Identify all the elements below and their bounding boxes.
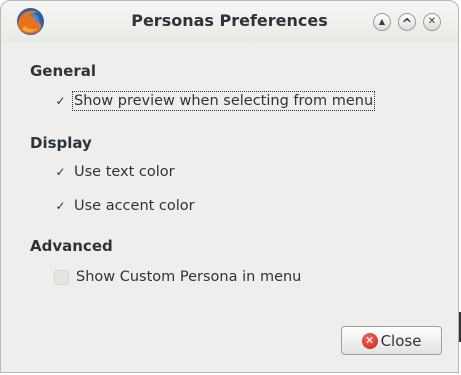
- unchecked-box-icon: [54, 269, 69, 285]
- show-preview-checkbox[interactable]: ✓ Show preview when selecting from menu: [54, 91, 376, 111]
- use-text-color-label: Use text color: [74, 164, 175, 180]
- maximize-button[interactable]: ^: [398, 13, 416, 31]
- show-custom-persona-checkbox[interactable]: Show Custom Persona in menu: [54, 269, 301, 285]
- show-preview-label: Show preview when selecting from menu: [71, 91, 376, 111]
- title-bar[interactable]: Personas Preferences ▲ ^ ✕: [1, 1, 458, 43]
- use-text-color-checkbox[interactable]: ✓ Use text color: [54, 164, 175, 180]
- close-button-label: Close: [380, 331, 422, 350]
- close-button[interactable]: ✕ Close: [341, 326, 442, 355]
- use-accent-color-label: Use accent color: [74, 198, 195, 214]
- section-general-heading: General: [30, 62, 96, 80]
- section-advanced-heading: Advanced: [30, 237, 113, 255]
- checkmark-icon: ✓: [55, 199, 66, 213]
- chevron-up-icon: ^: [401, 16, 413, 32]
- close-circle-icon: ✕: [361, 332, 378, 349]
- checkmark-icon: ✓: [55, 165, 66, 179]
- show-custom-persona-label: Show Custom Persona in menu: [76, 269, 302, 285]
- close-window-button[interactable]: ✕: [423, 13, 441, 31]
- preferences-dialog: Personas Preferences ▲ ^ ✕ General ✓ Sho…: [0, 0, 459, 373]
- use-accent-color-checkbox[interactable]: ✓ Use accent color: [54, 198, 195, 214]
- arrow-up-icon: ▲: [378, 17, 386, 26]
- minimize-button[interactable]: ▲: [373, 13, 391, 31]
- close-icon: ✕: [427, 16, 437, 27]
- checkmark-icon: ✓: [55, 94, 66, 108]
- section-display-heading: Display: [30, 134, 92, 152]
